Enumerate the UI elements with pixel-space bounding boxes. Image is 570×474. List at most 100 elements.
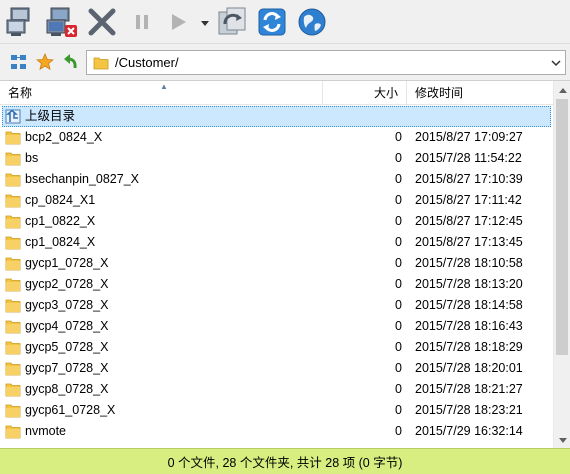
file-name: gycp8_0728_X bbox=[25, 382, 109, 396]
file-name: bcp2_0824_X bbox=[25, 130, 103, 144]
table-row[interactable]: gycp8_0728_X 0 2015/7/28 18:21:27 bbox=[0, 379, 553, 400]
file-size: 0 bbox=[395, 403, 402, 417]
play-dropdown[interactable] bbox=[200, 17, 210, 27]
folder-icon bbox=[5, 404, 21, 418]
connect-button[interactable] bbox=[4, 4, 40, 40]
tree-view-button[interactable] bbox=[8, 51, 30, 73]
column-divider[interactable] bbox=[406, 81, 407, 105]
file-size: 0 bbox=[395, 340, 402, 354]
disconnect-computers-icon bbox=[46, 7, 77, 37]
folder-icon bbox=[5, 257, 21, 271]
table-row[interactable]: gycp5_0728_X 0 2015/7/28 18:18:29 bbox=[0, 337, 553, 358]
status-text: 0 个文件, 28 个文件夹, 共计 28 项 (0 字节) bbox=[167, 456, 403, 470]
table-row[interactable]: cp1_0822_X 0 2015/8/27 17:12:45 bbox=[0, 211, 553, 232]
list-header: ▲ 名称 大小 修改时间 bbox=[0, 81, 553, 105]
table-row[interactable]: bs 0 2015/7/28 11:54:22 bbox=[0, 148, 553, 169]
table-row[interactable]: gycp61_0728_X 0 2015/7/28 18:23:21 bbox=[0, 400, 553, 421]
stop-button[interactable] bbox=[84, 4, 120, 40]
folder-icon bbox=[5, 152, 21, 166]
file-modified-time: 2015/7/28 18:20:01 bbox=[415, 361, 523, 375]
folder-icon bbox=[5, 131, 21, 145]
globe-icon bbox=[298, 8, 326, 36]
file-size: 0 bbox=[395, 298, 402, 312]
file-modified-time: 2015/7/28 18:16:43 bbox=[415, 319, 523, 333]
file-size: 0 bbox=[395, 382, 402, 396]
file-modified-time: 2015/7/28 18:23:21 bbox=[415, 403, 523, 417]
folder-icon bbox=[5, 236, 21, 250]
column-divider[interactable] bbox=[322, 81, 323, 105]
play-icon bbox=[172, 14, 186, 30]
web-button[interactable] bbox=[294, 4, 330, 40]
play-button[interactable] bbox=[160, 4, 196, 40]
table-row[interactable]: gycp1_0728_X 0 2015/7/28 18:10:58 bbox=[0, 253, 553, 274]
file-name: cp1_0822_X bbox=[25, 214, 96, 228]
parent-directory-row[interactable]: 上级目录 bbox=[0, 106, 553, 127]
file-name: gycp5_0728_X bbox=[25, 340, 109, 354]
disconnect-button[interactable] bbox=[44, 4, 80, 40]
file-size: 0 bbox=[395, 172, 402, 186]
column-header-size[interactable]: 大小 bbox=[374, 81, 398, 105]
table-row[interactable]: gycp4_0728_X 0 2015/7/28 18:16:43 bbox=[0, 316, 553, 337]
refresh-button[interactable] bbox=[254, 4, 290, 40]
selection-highlight bbox=[2, 106, 551, 127]
file-modified-time: 2015/8/27 17:11:42 bbox=[415, 193, 522, 207]
file-modified-time: 2015/7/28 18:21:27 bbox=[415, 382, 523, 396]
folder-icon bbox=[5, 320, 21, 334]
pause-icon bbox=[136, 15, 148, 29]
file-size: 0 bbox=[395, 319, 402, 333]
scrollbar-thumb[interactable] bbox=[556, 99, 568, 355]
folder-icon bbox=[5, 383, 21, 397]
table-row[interactable]: nvmote 0 2015/7/29 16:32:14 bbox=[0, 421, 553, 442]
file-name: bsechanpin_0827_X bbox=[25, 172, 139, 186]
table-row[interactable]: gycp3_0728_X 0 2015/7/28 18:14:58 bbox=[0, 295, 553, 316]
file-list: ▲ 名称 大小 修改时间 上级目录 bcp2_0824_X 0 2015/8/27 … bbox=[0, 80, 570, 449]
folder-icon bbox=[5, 362, 21, 376]
network-computers-icon bbox=[6, 7, 30, 36]
column-header-modified[interactable]: 修改时间 bbox=[415, 81, 463, 105]
path-text: /Customer/ bbox=[115, 55, 179, 70]
scroll-down-button[interactable] bbox=[554, 432, 570, 449]
chevron-down-icon bbox=[201, 21, 209, 26]
table-row[interactable]: bsechanpin_0827_X 0 2015/8/27 17:10:39 bbox=[0, 169, 553, 190]
folder-icon bbox=[5, 173, 21, 187]
star-icon bbox=[36, 53, 54, 71]
file-size: 0 bbox=[395, 424, 402, 438]
file-modified-time: 2015/8/27 17:13:45 bbox=[415, 235, 523, 249]
chevron-down-icon[interactable] bbox=[551, 58, 561, 68]
file-name: cp1_0824_X bbox=[25, 235, 96, 249]
file-modified-time: 2015/7/28 18:14:58 bbox=[415, 298, 523, 312]
favorites-button[interactable] bbox=[34, 51, 56, 73]
file-name: cp_0824_X1 bbox=[25, 193, 96, 207]
file-modified-time: 2015/7/28 18:10:58 bbox=[415, 256, 523, 270]
file-modified-time: 2015/8/27 17:10:39 bbox=[415, 172, 523, 186]
pause-button[interactable] bbox=[124, 4, 160, 40]
table-row[interactable]: gycp2_0728_X 0 2015/7/28 18:13:20 bbox=[0, 274, 553, 295]
file-name: gycp7_0728_X bbox=[25, 361, 109, 375]
file-modified-time: 2015/7/29 16:32:14 bbox=[415, 424, 523, 438]
column-header-name[interactable]: 名称 bbox=[8, 81, 32, 105]
scroll-up-button[interactable] bbox=[554, 81, 570, 98]
file-size: 0 bbox=[395, 277, 402, 291]
path-input[interactable]: /Customer/ bbox=[86, 50, 566, 75]
file-name: gycp61_0728_X bbox=[25, 403, 116, 417]
table-row[interactable]: cp1_0824_X 0 2015/8/27 17:13:45 bbox=[0, 232, 553, 253]
chevron-down-icon bbox=[558, 437, 567, 443]
file-modified-time: 2015/7/28 11:54:22 bbox=[415, 151, 522, 165]
table-row[interactable]: gycp7_0728_X 0 2015/7/28 18:20:01 bbox=[0, 358, 553, 379]
close-x-icon bbox=[88, 8, 116, 36]
file-size: 0 bbox=[395, 193, 402, 207]
file-name: gycp4_0728_X bbox=[25, 319, 109, 333]
sync-folder-icon bbox=[218, 7, 246, 35]
table-row[interactable]: bcp2_0824_X 0 2015/8/27 17:09:27 bbox=[0, 127, 553, 148]
file-name: bs bbox=[25, 151, 39, 165]
file-modified-time: 2015/8/27 17:09:27 bbox=[415, 130, 523, 144]
chevron-up-icon bbox=[558, 87, 567, 93]
vertical-scrollbar[interactable] bbox=[553, 81, 570, 449]
table-row[interactable]: cp_0824_X1 0 2015/8/27 17:11:42 bbox=[0, 190, 553, 211]
sync-button[interactable] bbox=[214, 4, 250, 40]
file-modified-time: 2015/8/27 17:12:45 bbox=[415, 214, 523, 228]
go-up-button[interactable] bbox=[59, 51, 81, 73]
file-name: nvmote bbox=[25, 424, 66, 438]
sort-ascending-icon: ▲ bbox=[160, 82, 168, 91]
folder-tree-icon bbox=[11, 55, 26, 69]
